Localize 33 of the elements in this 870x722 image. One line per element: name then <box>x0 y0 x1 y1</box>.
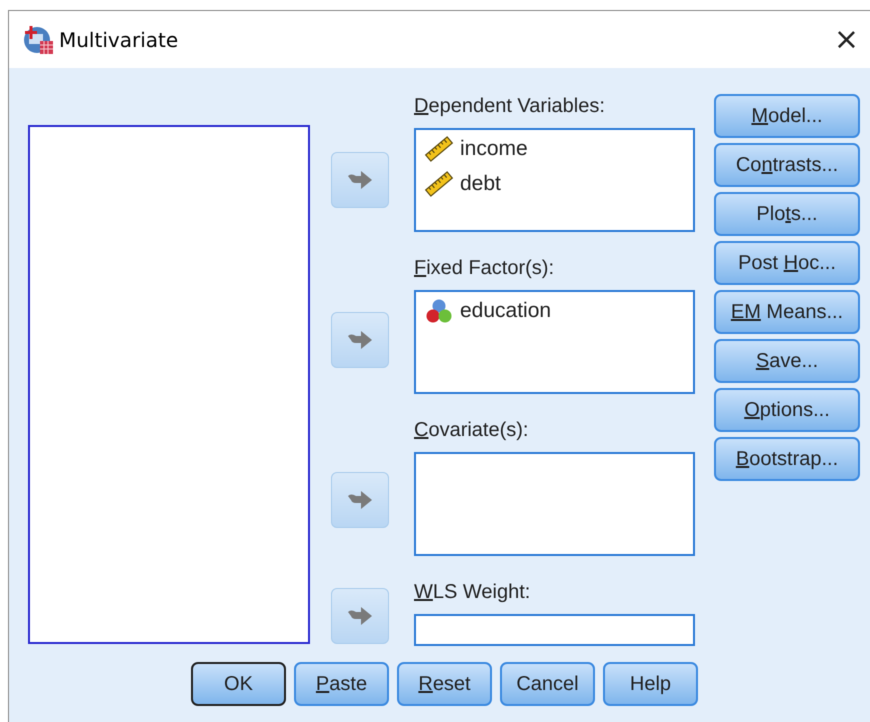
dialog-button[interactable]: Contrasts... <box>714 143 860 187</box>
variable-name: income <box>460 136 528 160</box>
field-label: Covariate(s): <box>414 418 530 443</box>
variable-name: debt <box>460 172 501 196</box>
variable-name: education <box>460 298 552 322</box>
dialog-button[interactable]: Bootstrap... <box>714 437 860 481</box>
dialog-button[interactable]: Save... <box>714 339 860 383</box>
field-label: WLS Weight: <box>414 580 532 605</box>
close-button[interactable]: × <box>834 22 859 57</box>
dialog-button[interactable]: Reset <box>397 662 492 706</box>
dialog-button[interactable]: Post Hoc... <box>714 241 860 285</box>
dialog-button[interactable]: Cancel <box>500 662 595 706</box>
window-title: Multivariate <box>59 28 178 52</box>
app-icon <box>23 24 55 56</box>
field-label: Fixed Factor(s): <box>414 256 556 281</box>
dialog-button[interactable]: Paste <box>294 662 389 706</box>
dialog-button[interactable]: Help <box>603 662 698 706</box>
field-label: Dependent Variables: <box>414 94 606 119</box>
dialog-button[interactable]: Options... <box>714 388 860 432</box>
arrow-icon <box>347 490 373 510</box>
dialog-button[interactable]: EM Means... <box>714 290 860 334</box>
circles-icon <box>424 298 454 324</box>
input-field[interactable] <box>414 614 695 646</box>
dialog-button[interactable]: Plots... <box>714 192 860 236</box>
arrow-icon <box>347 606 373 626</box>
variable-list[interactable] <box>414 452 695 556</box>
dialog-button[interactable]: Model... <box>714 94 860 138</box>
variable-list[interactable]: education <box>414 290 695 394</box>
variable-list[interactable]: income debt <box>414 128 695 232</box>
arrow-icon <box>347 170 373 190</box>
variable-list[interactable] <box>28 125 310 644</box>
dialog-button[interactable]: OK <box>191 662 286 706</box>
arrow-icon <box>347 330 373 350</box>
